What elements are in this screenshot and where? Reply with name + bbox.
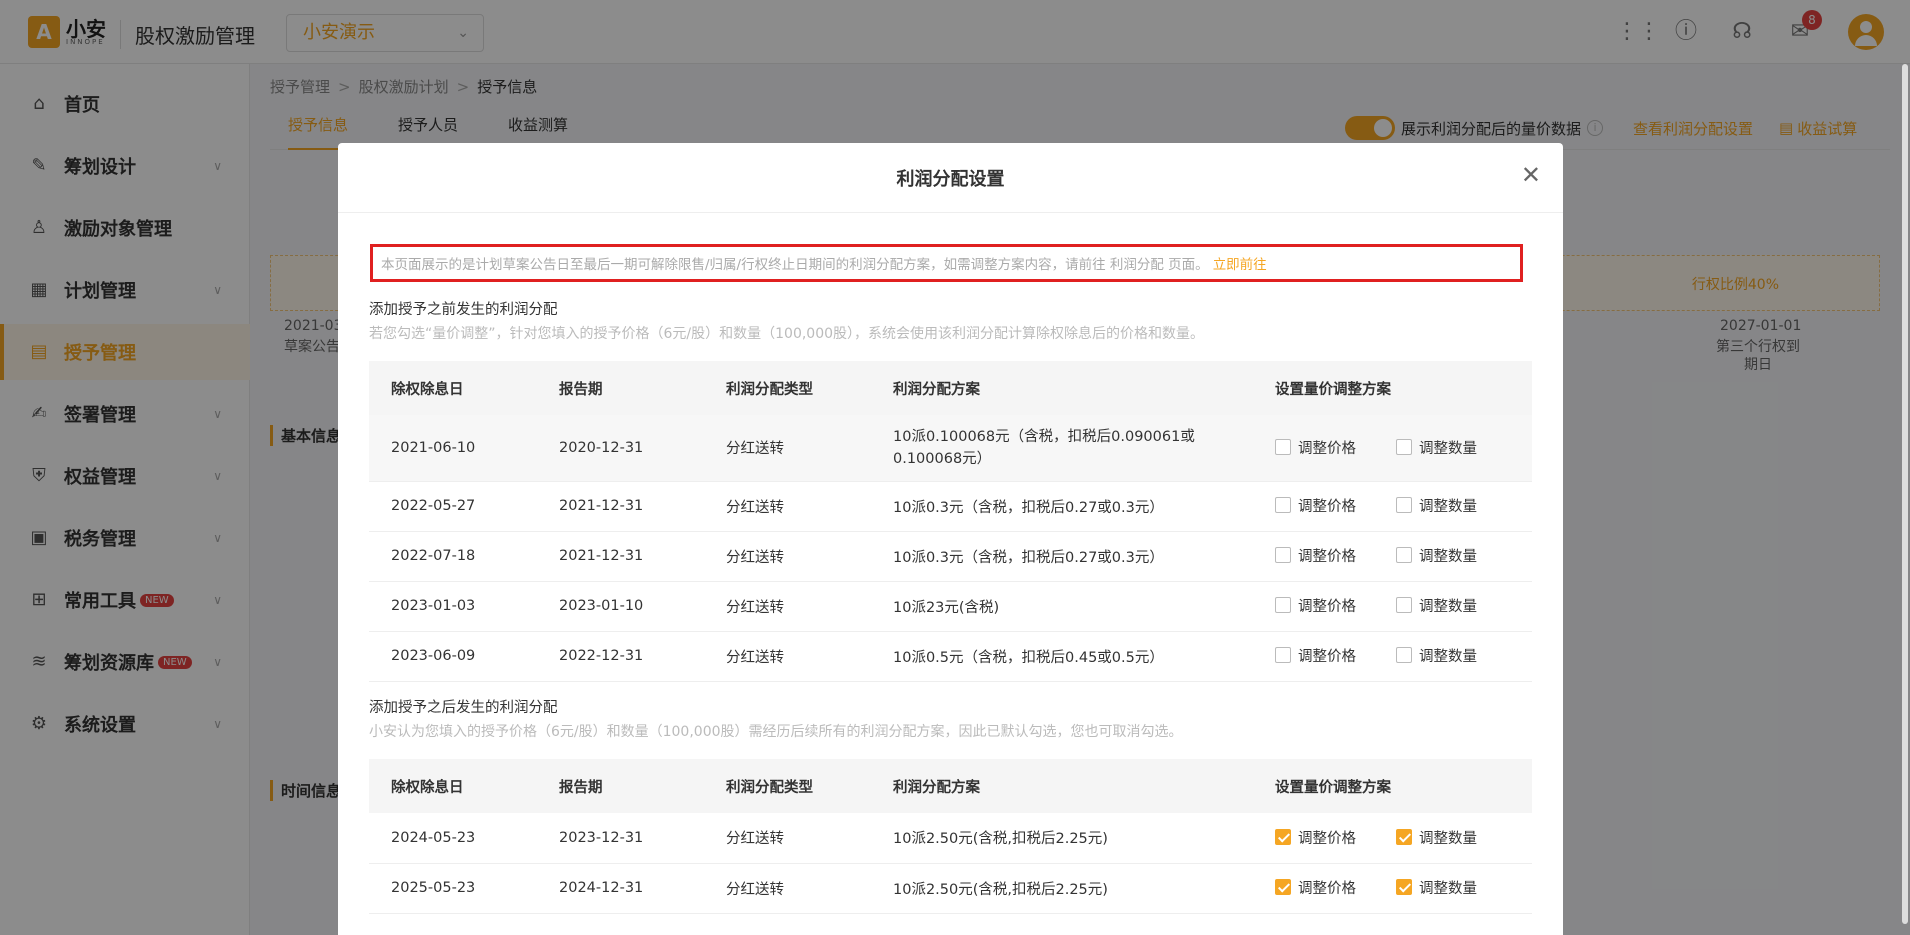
page-scrollbar[interactable]: [1902, 64, 1908, 924]
adjust-qty-checkbox[interactable]: 调整数量: [1396, 645, 1477, 666]
col-adjust-settings: 设置量价调整方案: [1253, 759, 1532, 813]
adjust-qty-checkbox[interactable]: 调整数量: [1396, 827, 1477, 848]
table-row: 2021-06-10 2020-12-31 分红送转 10派0.100068元（…: [369, 415, 1532, 482]
adjust-qty-checkbox[interactable]: 调整数量: [1396, 495, 1477, 516]
adjust-price-checkbox[interactable]: 调整价格: [1275, 827, 1356, 848]
after-grant-table: 除权除息日 报告期 利润分配类型 利润分配方案 设置量价调整方案 2024-05…: [369, 759, 1532, 914]
notice-text: 本页面展示的是计划草案公告日至最后一期可解除限售/归属/行权终止日期间的利润分配…: [381, 257, 1209, 273]
before-grant-table: 除权除息日 报告期 利润分配类型 利润分配方案 设置量价调整方案 2021-06…: [369, 361, 1532, 682]
col-dist-type: 利润分配类型: [704, 361, 871, 415]
close-icon[interactable]: ✕: [1521, 163, 1541, 187]
col-dist-plan: 利润分配方案: [871, 361, 1253, 415]
col-report-period: 报告期: [537, 759, 704, 813]
table-row: 2022-05-27 2021-12-31 分红送转 10派0.3元（含税，扣税…: [369, 481, 1532, 532]
table-row: 2025-05-23 2024-12-31 分红送转 10派2.50元(含税,扣…: [369, 863, 1532, 914]
adjust-qty-checkbox[interactable]: 调整数量: [1396, 877, 1477, 898]
col-ex-date: 除权除息日: [369, 759, 537, 813]
before-grant-title: 添加授予之前发生的利润分配: [369, 302, 558, 318]
after-grant-desc: 小安认为您填入的授予价格（6元/股）和数量（100,000股）需经历后续所有的利…: [369, 724, 1183, 740]
adjust-price-checkbox[interactable]: 调整价格: [1275, 495, 1356, 516]
notice-banner: 本页面展示的是计划草案公告日至最后一期可解除限售/归属/行权终止日期间的利润分配…: [370, 244, 1523, 282]
adjust-qty-checkbox[interactable]: 调整数量: [1396, 437, 1477, 458]
table-row: 2023-06-09 2022-12-31 分红送转 10派0.5元（含税，扣税…: [369, 631, 1532, 682]
col-dist-type: 利润分配类型: [704, 759, 871, 813]
adjust-price-checkbox[interactable]: 调整价格: [1275, 595, 1356, 616]
profit-distribution-dialog: 利润分配设置 ✕ 本页面展示的是计划草案公告日至最后一期可解除限售/归属/行权终…: [338, 143, 1563, 935]
table-row: 2024-05-23 2023-12-31 分红送转 10派2.50元(含税,扣…: [369, 813, 1532, 864]
table-header-row: 除权除息日 报告期 利润分配类型 利润分配方案 设置量价调整方案: [369, 361, 1532, 415]
adjust-qty-checkbox[interactable]: 调整数量: [1396, 595, 1477, 616]
adjust-qty-checkbox[interactable]: 调整数量: [1396, 545, 1477, 566]
col-dist-plan: 利润分配方案: [871, 759, 1253, 813]
adjust-price-checkbox[interactable]: 调整价格: [1275, 437, 1356, 458]
col-ex-date: 除权除息日: [369, 361, 537, 415]
table-row: 2022-07-18 2021-12-31 分红送转 10派0.3元（含税，扣税…: [369, 531, 1532, 582]
adjust-price-checkbox[interactable]: 调整价格: [1275, 545, 1356, 566]
adjust-price-checkbox[interactable]: 调整价格: [1275, 877, 1356, 898]
table-header-row: 除权除息日 报告期 利润分配类型 利润分配方案 设置量价调整方案: [369, 759, 1532, 813]
before-grant-desc: 若您勾选“量价调整”，针对您填入的授予价格（6元/股）和数量（100,000股）…: [369, 326, 1205, 342]
adjust-price-checkbox[interactable]: 调整价格: [1275, 645, 1356, 666]
go-now-link[interactable]: 立即前往: [1213, 253, 1267, 273]
dialog-title: 利润分配设置: [896, 169, 1005, 190]
col-adjust-settings: 设置量价调整方案: [1253, 361, 1532, 415]
table-row: 2023-01-03 2023-01-10 分红送转 10派23元(含税) 调整…: [369, 581, 1532, 632]
after-grant-title: 添加授予之后发生的利润分配: [369, 700, 558, 716]
col-report-period: 报告期: [537, 361, 704, 415]
